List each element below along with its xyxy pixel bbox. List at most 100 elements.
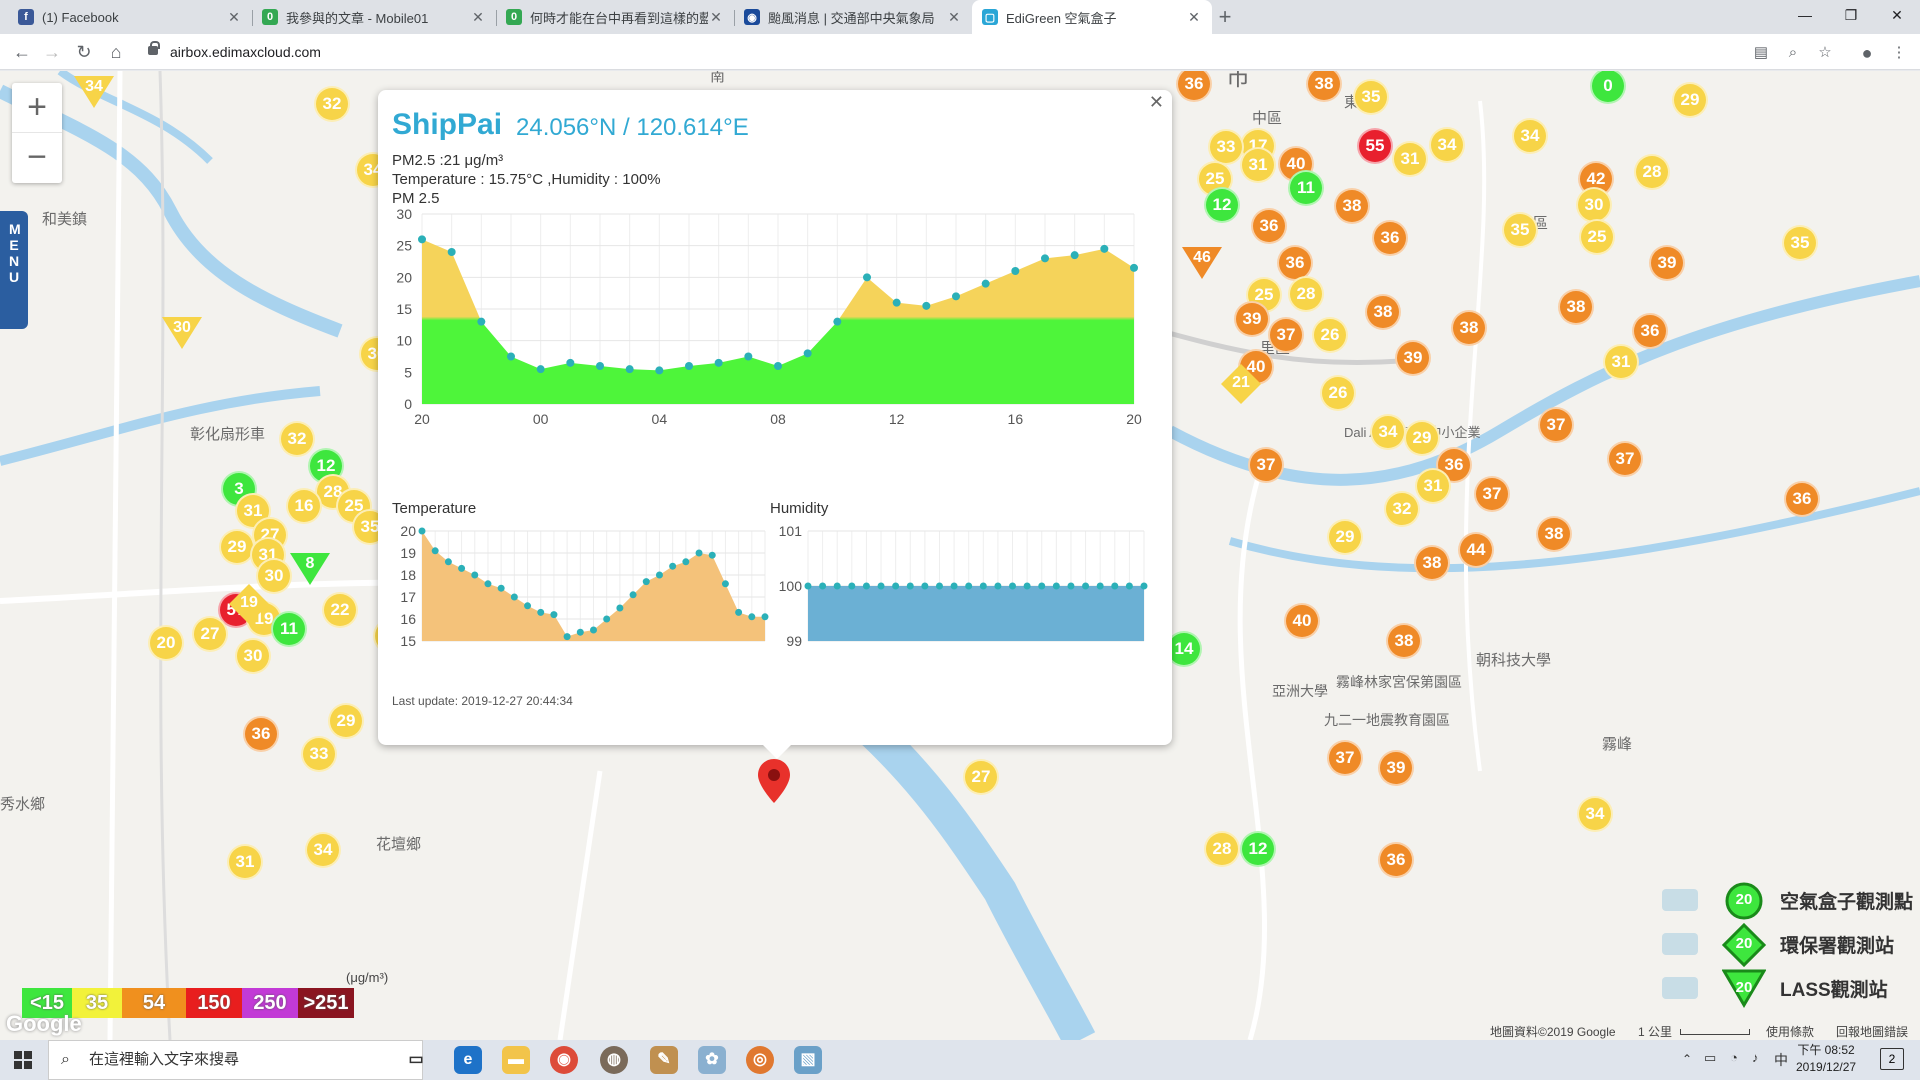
airbox-marker[interactable]: 40 [1284, 603, 1320, 639]
airbox-marker[interactable]: 36 [1251, 208, 1287, 244]
clock[interactable]: 下午 08:52 2019/12/27 [1796, 1042, 1856, 1076]
airbox-marker[interactable]: 38 [1414, 545, 1450, 581]
volume-icon[interactable]: ♪ [1752, 1050, 1759, 1065]
airbox-marker[interactable]: 28 [1204, 831, 1240, 867]
translate-icon[interactable]: ▤ [1750, 42, 1772, 64]
tab-5[interactable]: ▢ EdiGreen 空氣盒子 ✕ [972, 0, 1212, 34]
lass-marker[interactable]: 46 [1180, 245, 1224, 281]
minimize-button[interactable]: — [1782, 0, 1828, 30]
airbox-marker[interactable]: 36 [1378, 842, 1414, 878]
airbox-marker[interactable]: 20 [148, 625, 184, 661]
file-explorer-icon[interactable]: ▬ [502, 1046, 530, 1074]
airbox-marker[interactable]: 34 [1512, 118, 1548, 154]
airbox-marker[interactable]: 16 [286, 488, 322, 524]
menu-button[interactable]: MENU [0, 211, 28, 329]
close-tab-icon[interactable]: ✕ [470, 9, 486, 26]
report-error-link[interactable]: 回報地圖錯誤 [1836, 1023, 1908, 1040]
close-tab-icon[interactable]: ✕ [708, 9, 724, 26]
airbox-marker[interactable]: 36 [1784, 481, 1820, 517]
airbox-marker[interactable]: 31 [1240, 147, 1276, 183]
airbox-marker[interactable]: 29 [1327, 519, 1363, 555]
ime-indicator[interactable]: 中 [1774, 1050, 1788, 1070]
airbox-marker[interactable]: 38 [1334, 188, 1370, 224]
airbox-marker[interactable]: 37 [1607, 441, 1643, 477]
airbox-marker[interactable]: 27 [963, 759, 999, 795]
airbox-marker[interactable]: 37 [1268, 317, 1304, 353]
airbox-marker[interactable]: 34 [1577, 796, 1613, 832]
airbox-marker[interactable]: 11 [271, 611, 307, 647]
tab-1[interactable]: f (1) Facebook ✕ [8, 0, 252, 34]
close-window-button[interactable]: ✕ [1874, 0, 1920, 30]
airbox-marker[interactable]: 35 [1502, 212, 1538, 248]
airbox-marker[interactable]: 32 [314, 86, 350, 122]
airbox-marker[interactable]: 28 [1288, 276, 1324, 312]
zoom-in-button[interactable]: + [12, 83, 62, 133]
airbox-marker[interactable]: 33 [301, 736, 337, 772]
back-icon[interactable]: ← [10, 40, 34, 64]
airbox-marker[interactable]: 37 [1248, 447, 1284, 483]
notification-icon[interactable]: 2 [1880, 1048, 1904, 1070]
airbox-marker[interactable]: 38 [1386, 623, 1422, 659]
app-icon-5[interactable]: ▧ [794, 1046, 822, 1074]
airbox-marker[interactable]: 39 [1378, 750, 1414, 786]
airbox-marker[interactable]: 34 [1429, 127, 1465, 163]
chrome-icon[interactable]: ◉ [550, 1046, 578, 1074]
lass-marker[interactable]: 30 [160, 315, 204, 351]
app-icon-4[interactable]: ◎ [746, 1046, 774, 1074]
map-canvas[interactable]: 市中區東區平區里區和美鎮彰化扇形車Dali Art 經濟部中小企業霧峰林家宮保第… [0, 71, 1920, 1040]
tray-up-icon[interactable]: ⌃ [1682, 1052, 1692, 1066]
wifi-icon[interactable]: ◔ [1730, 1050, 1738, 1065]
airbox-marker[interactable]: 29 [219, 529, 255, 565]
airbox-marker[interactable]: 32 [1384, 491, 1420, 527]
airbox-marker[interactable]: 25 [1579, 219, 1615, 255]
airbox-marker[interactable]: 37 [1474, 476, 1510, 512]
airbox-marker[interactable]: 31 [1392, 141, 1428, 177]
reload-icon[interactable]: ↻ [72, 40, 96, 64]
airbox-marker[interactable]: 30 [1576, 187, 1612, 223]
close-tab-icon[interactable]: ✕ [226, 9, 242, 26]
airbox-marker[interactable]: 35 [1353, 79, 1389, 115]
airbox-marker[interactable]: 55 [1357, 128, 1393, 164]
zoom-out-button[interactable]: − [12, 133, 62, 183]
terms-link[interactable]: 使用條款 [1766, 1023, 1814, 1040]
task-view-icon[interactable]: ▭ [402, 1046, 430, 1074]
maximize-button[interactable]: ❐ [1828, 0, 1874, 30]
airbox-marker[interactable]: 29 [328, 703, 364, 739]
airbox-marker[interactable]: 26 [1320, 375, 1356, 411]
airbox-marker[interactable]: 33 [1208, 129, 1244, 165]
airbox-marker[interactable]: 28 [1634, 154, 1670, 190]
airbox-marker[interactable]: 38 [1451, 310, 1487, 346]
lass-marker[interactable]: 8 [288, 551, 332, 587]
airbox-marker[interactable]: 27 [192, 616, 228, 652]
tab-2[interactable]: 0 我參與的文章 - Mobile01 ✕ [252, 0, 496, 34]
lass-marker[interactable]: 34 [72, 74, 116, 110]
airbox-marker[interactable]: 34 [305, 832, 341, 868]
airbox-marker[interactable]: 37 [1538, 407, 1574, 443]
menu-dots-icon[interactable]: ⋮ [1888, 42, 1910, 64]
airbox-marker[interactable]: 12 [1204, 187, 1240, 223]
airbox-marker[interactable]: 36 [243, 716, 279, 752]
edge-icon[interactable]: e [454, 1046, 482, 1074]
tab-4[interactable]: ◉ 颱風消息 | 交通部中央氣象局 ✕ [734, 0, 972, 34]
new-tab-button[interactable]: + [1212, 4, 1238, 30]
address-bar[interactable]: airbox.edimaxcloud.com [140, 39, 321, 65]
airbox-marker[interactable]: 39 [1234, 301, 1270, 337]
profile-icon[interactable]: ● [1856, 42, 1878, 64]
airbox-marker[interactable]: 29 [1672, 82, 1708, 118]
airbox-marker[interactable]: 38 [1536, 516, 1572, 552]
home-icon[interactable]: ⌂ [104, 40, 128, 64]
airbox-marker[interactable]: 31 [1415, 468, 1451, 504]
airbox-marker[interactable]: 30 [235, 638, 271, 674]
airbox-marker[interactable]: 35 [1782, 225, 1818, 261]
location-pin-icon[interactable] [758, 759, 790, 803]
airbox-marker[interactable]: 12 [1240, 831, 1276, 867]
airbox-marker[interactable]: 29 [1404, 420, 1440, 456]
forward-icon[interactable]: → [40, 40, 64, 64]
close-tab-icon[interactable]: ✕ [1186, 9, 1202, 26]
windows-start-icon[interactable] [14, 1051, 32, 1069]
airbox-marker[interactable]: 39 [1649, 245, 1685, 281]
airbox-marker[interactable]: 34 [1370, 414, 1406, 450]
airbox-marker[interactable]: 36 [1372, 220, 1408, 256]
bookmark-star-icon[interactable]: ☆ [1814, 42, 1836, 64]
airbox-marker[interactable]: 39 [1395, 340, 1431, 376]
